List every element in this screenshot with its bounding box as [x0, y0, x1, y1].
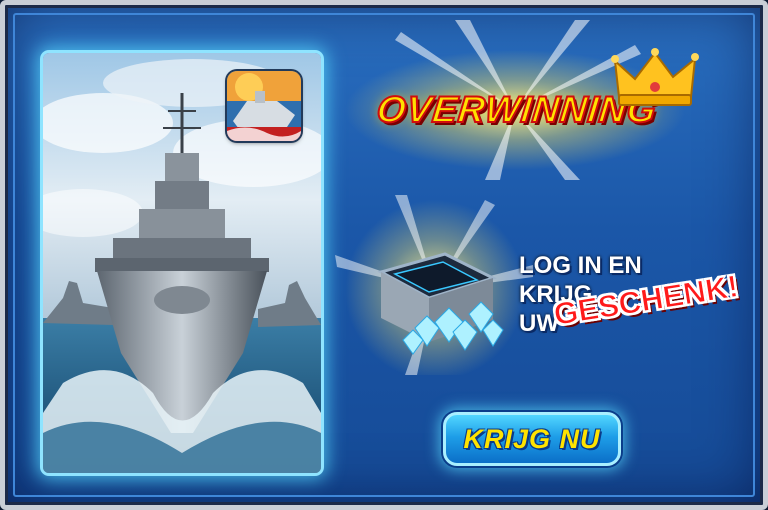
message-line-1: LOG IN EN	[519, 252, 642, 279]
claim-now-label: KRIJG NU	[463, 423, 601, 454]
claim-now-button[interactable]: KRIJG NU	[443, 412, 621, 466]
battleship-app-icon	[227, 71, 301, 141]
crown-icon	[611, 48, 699, 106]
gem-chest-icon	[377, 252, 504, 355]
reward-dialog: OVERWINNING LOG IN EN KRIJG UW GESCHENK!…	[0, 0, 768, 510]
